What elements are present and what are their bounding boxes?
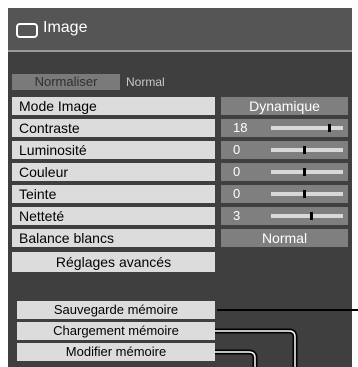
slider-track[interactable]	[271, 190, 343, 198]
setting-label: Netteté	[12, 207, 215, 225]
advanced-settings-button[interactable]: Réglages avancés	[12, 252, 215, 272]
edit-memory-button[interactable]: Modifier mémoire	[17, 343, 215, 361]
setting-label: Balance blancs	[12, 229, 215, 247]
couleur-slider[interactable]: 0	[221, 163, 348, 181]
luminosite-slider[interactable]: 0	[221, 141, 348, 159]
setting-row-couleur[interactable]: Couleur 0	[12, 163, 348, 181]
setting-row-teinte[interactable]: Teinte 0	[12, 185, 348, 203]
teinte-slider[interactable]: 0	[221, 185, 348, 203]
setting-label: Teinte	[12, 185, 215, 203]
slider-knob[interactable]	[328, 124, 331, 132]
slider-value: 0	[233, 164, 241, 179]
slider-track[interactable]	[271, 168, 343, 176]
slider-knob[interactable]	[303, 190, 306, 198]
normalize-status: Normal	[126, 75, 165, 89]
screen: Image Normaliser Normal Mode Image Dynam…	[0, 0, 358, 367]
setting-label: Couleur	[12, 163, 215, 181]
setting-row-nettete[interactable]: Netteté 3	[12, 207, 348, 225]
slider-value: 18	[233, 120, 248, 135]
slider-track[interactable]	[271, 146, 343, 154]
page-title: Image	[43, 19, 88, 36]
menu-body: Normaliser Normal Mode Image Dynamique C…	[8, 52, 352, 367]
slider-knob[interactable]	[310, 212, 313, 220]
balance-blancs-select[interactable]: Normal	[221, 229, 348, 247]
slider-knob[interactable]	[303, 168, 306, 176]
slider-value: 0	[233, 142, 241, 157]
load-memory-button[interactable]: Chargement mémoire	[17, 322, 215, 340]
slider-track[interactable]	[271, 124, 343, 132]
slider-track[interactable]	[271, 212, 343, 220]
setting-row-contraste[interactable]: Contraste 18	[12, 119, 348, 137]
monitor-icon	[16, 23, 38, 38]
slider-value: 0	[233, 186, 241, 201]
setting-label: Contraste	[12, 119, 215, 137]
image-menu-panel: Image Normaliser Normal Mode Image Dynam…	[8, 8, 352, 367]
contraste-slider[interactable]: 18	[221, 119, 348, 137]
setting-label: Mode Image	[12, 97, 215, 115]
nettete-slider[interactable]: 3	[221, 207, 348, 225]
slider-value: 3	[233, 208, 241, 223]
save-memory-button[interactable]: Sauvegarde mémoire	[17, 301, 215, 319]
setting-row-mode-image[interactable]: Mode Image Dynamique	[12, 97, 348, 115]
normalize-button[interactable]: Normaliser	[12, 74, 120, 90]
setting-row-luminosite[interactable]: Luminosité 0	[12, 141, 348, 159]
title-bar: Image	[8, 8, 352, 52]
slider-knob[interactable]	[303, 146, 306, 154]
mode-image-select[interactable]: Dynamique	[221, 97, 348, 115]
setting-label: Luminosité	[12, 141, 215, 159]
setting-row-balance-blancs[interactable]: Balance blancs Normal	[12, 229, 348, 247]
